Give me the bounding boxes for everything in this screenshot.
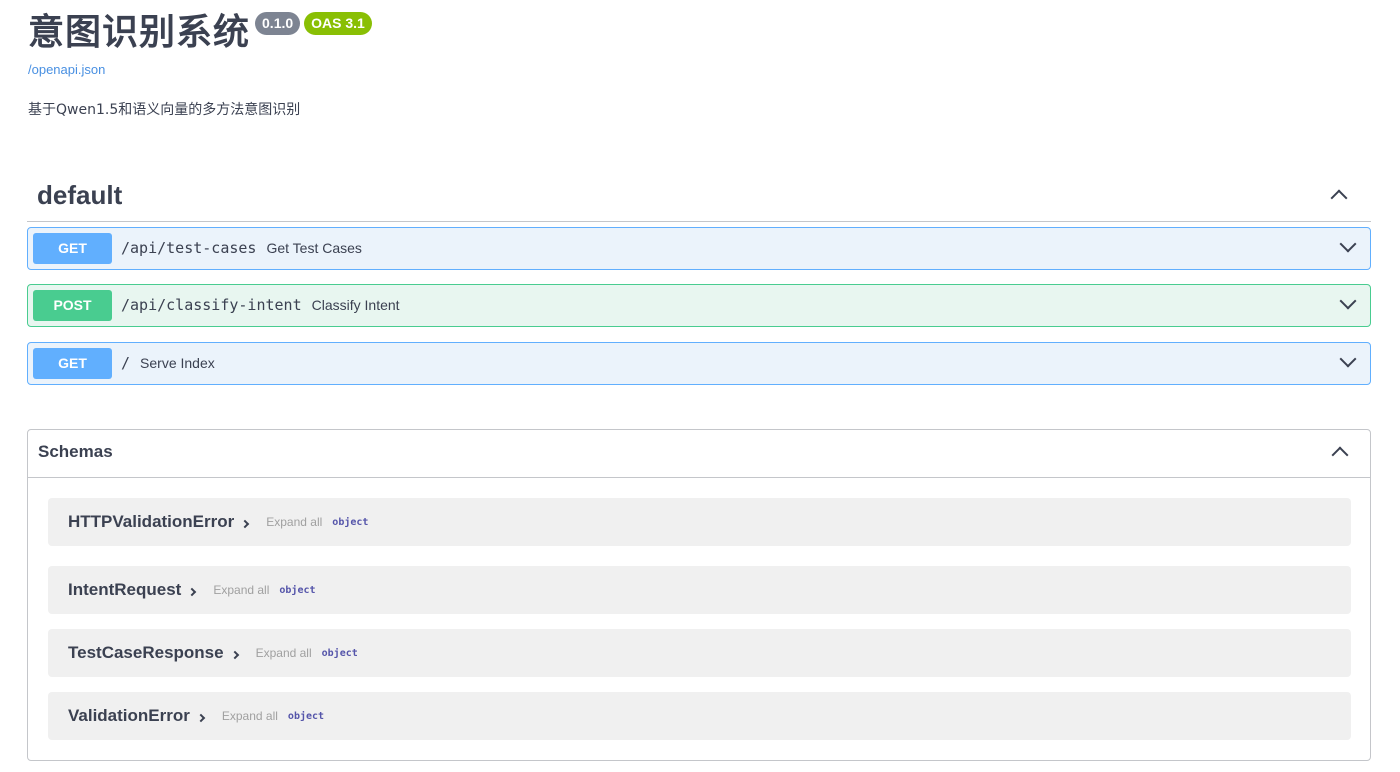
model-type: object: [321, 647, 358, 659]
model-intentrequest[interactable]: IntentRequest Expand all object: [48, 566, 1351, 614]
operation-get-test-cases[interactable]: GET /api/test-cases Get Test Cases: [27, 227, 1371, 270]
schemas-header[interactable]: Schemas: [28, 430, 1370, 478]
expand-all-button[interactable]: Expand all: [222, 709, 278, 723]
version-badge: 0.1.0: [255, 12, 301, 35]
expand-all-button[interactable]: Expand all: [213, 583, 269, 597]
expand-chevron-icon[interactable]: [1339, 235, 1357, 253]
path-text: /api/classify-intent: [121, 296, 302, 314]
model-row: ValidationError Expand all object: [68, 692, 324, 740]
tag-section-default: default GET /api/test-cases Get Test Case…: [27, 170, 1371, 385]
method-badge: GET: [33, 233, 112, 264]
expand-chevron-icon[interactable]: [1339, 350, 1357, 368]
model-httpvalidationerror[interactable]: HTTPValidationError Expand all object: [48, 498, 1351, 546]
model-validationerror[interactable]: ValidationError Expand all object: [48, 692, 1351, 740]
collapse-chevron-icon[interactable]: [1330, 189, 1348, 207]
model-name[interactable]: IntentRequest: [68, 580, 181, 600]
collapse-chevron-icon[interactable]: [1331, 446, 1349, 464]
operation-path: /api/test-cases Get Test Cases: [121, 239, 362, 257]
operation-summary: Get Test Cases: [266, 240, 362, 256]
chevron-right-icon[interactable]: [241, 519, 250, 528]
model-type: object: [332, 516, 369, 528]
expand-all-button[interactable]: Expand all: [256, 646, 312, 660]
operation-get-serve-index[interactable]: GET / Serve Index: [27, 342, 1371, 385]
operation-post-classify-intent[interactable]: POST /api/classify-intent Classify Intent: [27, 284, 1371, 327]
model-row: IntentRequest Expand all object: [68, 566, 316, 614]
model-row: HTTPValidationError Expand all object: [68, 498, 368, 546]
method-badge: POST: [33, 290, 112, 321]
chevron-right-icon[interactable]: [188, 587, 197, 596]
operation-summary: Serve Index: [140, 355, 215, 371]
model-testcaseresponse[interactable]: TestCaseResponse Expand all object: [48, 629, 1351, 677]
api-info: 意图识别系统 0.1.0 OAS 3.1 /openapi.json 基于Qwe…: [28, 8, 372, 119]
operation-summary: Classify Intent: [311, 297, 400, 313]
model-name[interactable]: TestCaseResponse: [68, 643, 224, 663]
model-type: object: [279, 584, 316, 596]
operation-path: /api/classify-intent Classify Intent: [121, 296, 400, 314]
chevron-right-icon[interactable]: [230, 650, 239, 659]
schemas-title: Schemas: [38, 442, 113, 461]
method-badge: GET: [33, 348, 112, 379]
model-name[interactable]: HTTPValidationError: [68, 512, 234, 532]
tag-name: default: [37, 180, 123, 210]
schemas-section: Schemas HTTPValidationError Expand all o…: [27, 429, 1371, 761]
model-type: object: [287, 710, 325, 722]
api-description: 基于Qwen1.5和语义向量的多方法意图识别: [28, 102, 301, 118]
path-text: /api/test-cases: [121, 239, 257, 257]
model-name[interactable]: ValidationError: [68, 706, 190, 726]
tag-header[interactable]: default: [27, 170, 1371, 222]
expand-chevron-icon[interactable]: [1339, 292, 1357, 310]
chevron-right-icon[interactable]: [196, 713, 206, 722]
expand-all-button[interactable]: Expand all: [266, 515, 322, 529]
title-row: 意图识别系统 0.1.0 OAS 3.1: [28, 8, 372, 58]
api-title: 意图识别系统: [28, 12, 251, 53]
path-text: /: [121, 354, 131, 372]
oas-badge: OAS 3.1: [304, 12, 372, 35]
operation-path: / Serve Index: [121, 354, 215, 372]
model-row: TestCaseResponse Expand all object: [68, 629, 358, 677]
openapi-json-link[interactable]: /openapi.json: [28, 62, 372, 77]
